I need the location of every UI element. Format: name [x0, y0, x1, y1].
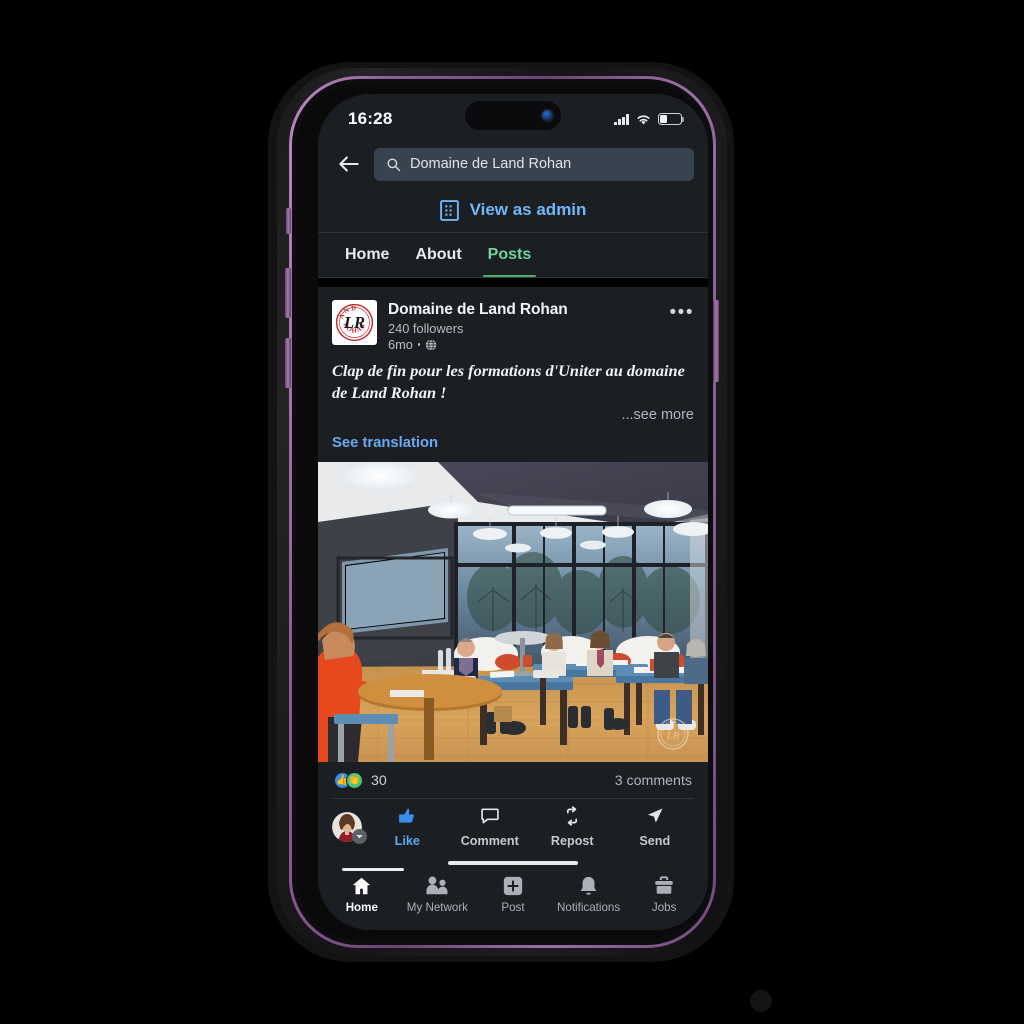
- comment-count[interactable]: 3 comments: [615, 773, 692, 789]
- tab-home[interactable]: Home: [332, 233, 402, 277]
- profile-tabs: Home About Posts: [318, 233, 708, 278]
- home-icon: [350, 875, 373, 897]
- clap-reaction-icon: 👏: [346, 772, 363, 789]
- status-bar: 16:28: [318, 94, 708, 140]
- nav-home-label: Home: [345, 901, 378, 914]
- plus-square-icon: [502, 875, 524, 897]
- search-input-value: Domaine de Land Rohan: [410, 156, 572, 172]
- search-input[interactable]: Domaine de Land Rohan: [374, 147, 694, 181]
- nav-home[interactable]: Home: [324, 875, 400, 914]
- background-dot: [750, 990, 772, 1012]
- cellular-signal-icon: [614, 113, 629, 125]
- building-icon: [439, 199, 459, 221]
- nav-notifications-label: Notifications: [557, 901, 621, 914]
- post-follower-count: 240 followers: [388, 321, 464, 336]
- nav-post[interactable]: Post: [475, 875, 551, 914]
- reactions-row: 👍 👏 30 3 comments: [318, 762, 708, 798]
- svg-text:LR: LR: [343, 313, 365, 332]
- post-text: Clap de fin pour les formations d'Uniter…: [332, 361, 685, 402]
- post-menu-button[interactable]: •••: [670, 300, 694, 352]
- like-button[interactable]: Like: [366, 806, 449, 848]
- nav-notifications[interactable]: Notifications: [551, 875, 627, 914]
- post-content: Clap de fin pour les formations d'Uniter…: [318, 352, 708, 423]
- reaction-icons[interactable]: 👍 👏: [334, 772, 363, 789]
- briefcase-icon: [653, 875, 675, 897]
- nav-jobs-label: Jobs: [651, 901, 677, 914]
- thumbs-up-icon: [397, 806, 417, 831]
- dynamic-island: [465, 101, 561, 130]
- repost-icon: [562, 806, 582, 831]
- front-camera-icon: [542, 110, 553, 121]
- post-timestamp: 6mo: [388, 337, 413, 352]
- search-icon: [387, 158, 401, 171]
- user-avatar-button[interactable]: [332, 812, 367, 844]
- tab-about-label: About: [415, 246, 462, 263]
- like-label: Like: [394, 834, 420, 848]
- volume-down-button[interactable]: [285, 338, 291, 388]
- tab-posts[interactable]: Posts: [475, 233, 545, 277]
- nav-my-network[interactable]: My Network: [400, 875, 476, 914]
- post-author-block: Domaine de Land Rohan 240 followers 6mo: [388, 300, 659, 352]
- battery-icon: [658, 113, 685, 125]
- post-header: LAND ROHAN LR Domaine de Land Rohan 240 …: [318, 287, 708, 352]
- nav-post-label: Post: [501, 901, 525, 914]
- see-more-button[interactable]: ...see more: [332, 407, 694, 423]
- power-button[interactable]: [713, 300, 719, 382]
- status-time: 16:28: [348, 109, 393, 128]
- wifi-icon: [637, 115, 650, 125]
- comment-button[interactable]: Comment: [449, 806, 532, 848]
- post-timestamp-row: 6mo: [388, 337, 659, 352]
- tab-home-label: Home: [345, 246, 390, 263]
- send-label: Send: [639, 834, 671, 848]
- svg-text:LR: LR: [666, 730, 680, 742]
- send-button[interactable]: Send: [614, 806, 697, 848]
- view-as-admin-button[interactable]: View as admin: [318, 188, 708, 233]
- screenshot-stage: 16:28 Domaine de Land Rohan View as admi…: [0, 0, 1024, 1024]
- company-logo-icon[interactable]: LAND ROHAN LR: [332, 300, 377, 345]
- nav-my-network-label: My Network: [406, 901, 468, 914]
- mute-switch-button[interactable]: [286, 208, 291, 234]
- globe-icon: [426, 338, 437, 351]
- home-indicator[interactable]: [448, 861, 578, 865]
- network-icon: [425, 875, 449, 897]
- chevron-down-icon: [352, 829, 367, 844]
- tab-about[interactable]: About: [402, 233, 474, 277]
- volume-up-button[interactable]: [285, 268, 291, 318]
- view-as-admin-label: View as admin: [469, 200, 587, 219]
- send-icon: [645, 806, 665, 831]
- see-translation-button[interactable]: See translation: [318, 423, 708, 462]
- nav-jobs[interactable]: Jobs: [626, 875, 702, 914]
- post-author-name[interactable]: Domaine de Land Rohan: [388, 301, 659, 319]
- active-tab-indicator: [342, 868, 404, 871]
- gesture-bar-area: [318, 856, 708, 868]
- bottom-navigation: Home My Network Post Notifications Jobs: [318, 868, 708, 930]
- tab-posts-label: Posts: [487, 246, 532, 263]
- status-indicators: [614, 113, 685, 126]
- repost-button[interactable]: Repost: [531, 806, 614, 848]
- comment-icon: [480, 806, 500, 831]
- repost-label: Repost: [550, 834, 594, 848]
- post-actions: Like Comment Repost Send: [318, 799, 708, 856]
- phone-screen: 16:28 Domaine de Land Rohan View as admi…: [318, 94, 708, 930]
- post-image[interactable]: LR: [318, 462, 708, 762]
- search-bar-row: Domaine de Land Rohan: [318, 140, 708, 188]
- separator-dot: [417, 343, 421, 346]
- back-arrow-icon[interactable]: [336, 151, 362, 177]
- comment-label: Comment: [460, 834, 519, 848]
- post-feed: LAND ROHAN LR Domaine de Land Rohan 240 …: [318, 287, 708, 856]
- feed-separator: [318, 278, 708, 287]
- bell-icon: [578, 875, 599, 897]
- reaction-count[interactable]: 30: [371, 773, 387, 789]
